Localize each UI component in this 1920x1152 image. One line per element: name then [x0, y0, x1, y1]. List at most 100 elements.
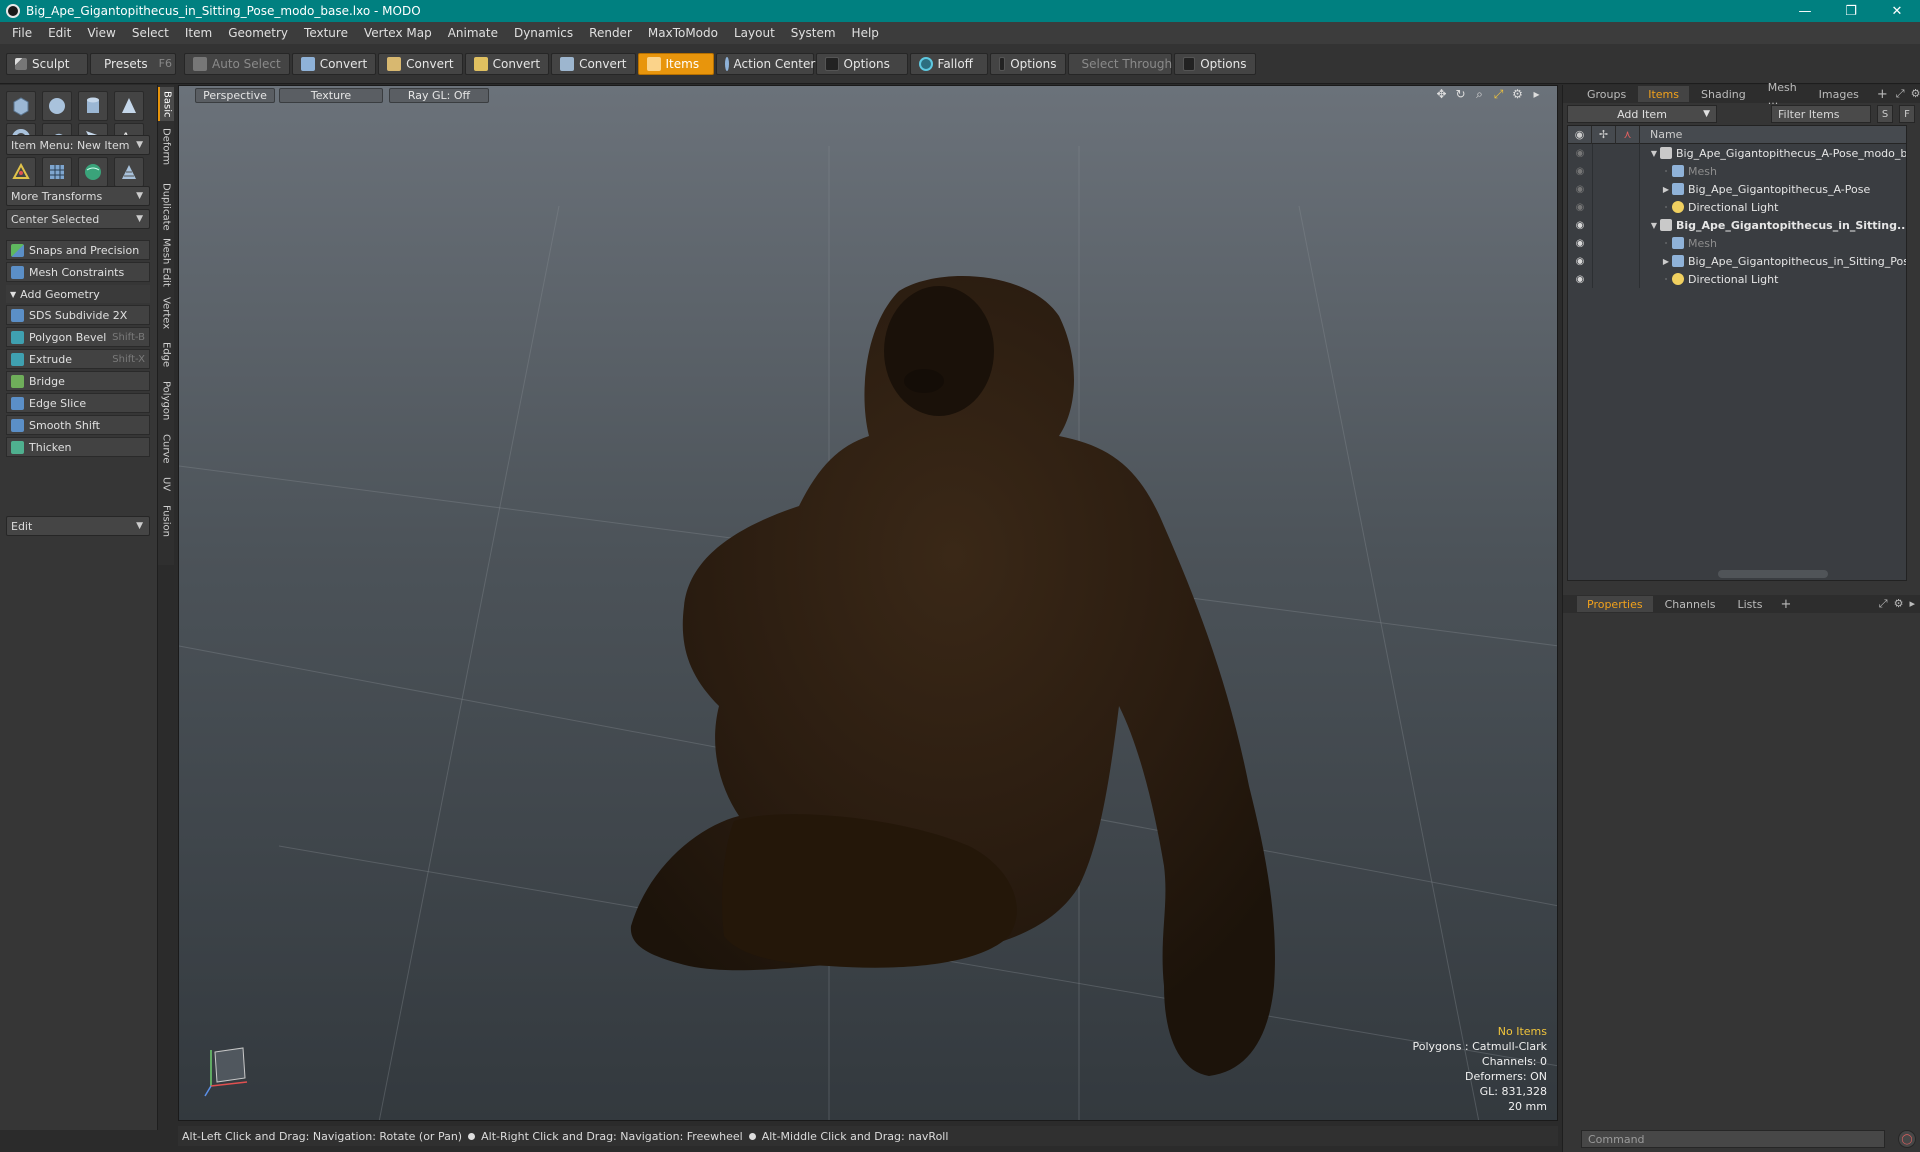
menu-system[interactable]: System: [783, 22, 844, 44]
grid-icon[interactable]: [42, 157, 72, 187]
menu-animate[interactable]: Animate: [440, 22, 506, 44]
tab-lists[interactable]: Lists: [1728, 596, 1773, 612]
array-icon[interactable]: [114, 157, 144, 187]
visibility-eye-icon[interactable]: ◉: [1568, 238, 1592, 249]
tab-curve[interactable]: Curve: [158, 431, 174, 467]
menu-geometry[interactable]: Geometry: [220, 22, 296, 44]
sphere-primitive-icon[interactable]: [42, 91, 72, 121]
menu-render[interactable]: Render: [581, 22, 640, 44]
expand-toggle-icon[interactable]: ▼: [1648, 149, 1660, 158]
tab-duplicate[interactable]: Duplicate: [158, 179, 174, 235]
extrude-button[interactable]: Extrude Shift-X: [6, 349, 150, 369]
menu-select[interactable]: Select: [124, 22, 177, 44]
visibility-eye-icon[interactable]: ◉: [1568, 184, 1592, 195]
visibility-eye-icon[interactable]: ◉: [1568, 256, 1592, 267]
name-column-header[interactable]: Name: [1640, 128, 1682, 141]
fit-view-icon[interactable]: ⤢: [1492, 88, 1505, 101]
tab-mesh[interactable]: Mesh ...: [1758, 81, 1807, 107]
tab-channels[interactable]: Channels: [1655, 596, 1726, 612]
expand-toggle-icon[interactable]: ▶: [1660, 185, 1672, 194]
tab-shading[interactable]: Shading: [1691, 86, 1756, 102]
chevron-right-icon[interactable]: ▸: [1530, 88, 1543, 101]
gear-icon[interactable]: ⚙: [1894, 597, 1904, 611]
texture-tab[interactable]: Texture: [279, 87, 383, 103]
expand-icon[interactable]: ⤢: [1896, 87, 1905, 101]
rotate-view-icon[interactable]: ↻: [1454, 88, 1467, 101]
menu-maxtomodo[interactable]: MaxToModo: [640, 22, 726, 44]
auto-select-button[interactable]: Auto Select: [184, 52, 290, 75]
cylinder-primitive-icon[interactable]: [78, 91, 108, 121]
convert-edges-button[interactable]: Convert: [378, 52, 463, 75]
presets-button[interactable]: Presets F6: [90, 52, 176, 75]
menu-help[interactable]: Help: [844, 22, 887, 44]
move-view-icon[interactable]: ✥: [1435, 88, 1448, 101]
sds-subdivide-button[interactable]: SDS Subdivide 2X: [6, 305, 150, 325]
menu-dynamics[interactable]: Dynamics: [506, 22, 581, 44]
command-input[interactable]: Command: [1581, 1130, 1885, 1148]
tab-vertex[interactable]: Vertex: [158, 293, 174, 333]
expand-toggle-icon[interactable]: ▼: [1648, 221, 1660, 230]
close-button[interactable]: ✕: [1874, 0, 1920, 22]
tree-row[interactable]: ◉ · Mesh: [1568, 234, 1906, 252]
visibility-eye-icon[interactable]: ◉: [1568, 274, 1592, 285]
tab-fusion[interactable]: Fusion: [158, 501, 174, 541]
center-selected-dropdown[interactable]: Center Selected ▼: [6, 209, 150, 229]
visibility-eye-icon[interactable]: ◉: [1568, 220, 1592, 231]
command-history-button[interactable]: ◯: [1898, 1130, 1916, 1148]
chevron-right-icon[interactable]: ▸: [1909, 597, 1915, 611]
tab-edge[interactable]: Edge: [158, 339, 174, 371]
cube-primitive-icon[interactable]: [6, 91, 36, 121]
menu-edit[interactable]: Edit: [40, 22, 79, 44]
tree-row[interactable]: ◉ · Mesh: [1568, 162, 1906, 180]
falloff-button[interactable]: Falloff: [909, 52, 988, 75]
menu-texture[interactable]: Texture: [296, 22, 356, 44]
visibility-eye-icon[interactable]: ◉: [1568, 166, 1592, 177]
tree-row[interactable]: ◉ ▶ Big_Ape_Gigantopithecus_in_Sitting_Pos…: [1568, 252, 1906, 270]
bridge-button[interactable]: Bridge: [6, 371, 150, 391]
horizontal-scrollbar[interactable]: [1718, 570, 1828, 578]
menu-layout[interactable]: Layout: [726, 22, 783, 44]
visibility-column-icon[interactable]: ◉: [1568, 126, 1592, 144]
globe-icon[interactable]: [78, 157, 108, 187]
tab-uv[interactable]: UV: [158, 473, 174, 495]
perspective-tab[interactable]: Perspective: [195, 87, 275, 103]
expand-toggle-icon[interactable]: ▶: [1660, 257, 1672, 266]
tree-row[interactable]: ◉ ▼ Big_Ape_Gigantopithecus_in_Sitting...: [1568, 216, 1906, 234]
add-item-dropdown[interactable]: Add Item ▼: [1567, 105, 1717, 123]
select-through-button[interactable]: Select Through: [1067, 52, 1172, 75]
lock-column-icon[interactable]: ✢: [1592, 126, 1616, 144]
tab-basic[interactable]: Basic: [158, 87, 174, 121]
transform-gizmo-icon[interactable]: [6, 157, 36, 187]
action-center-options-button[interactable]: Options: [815, 52, 908, 75]
menu-vertex-map[interactable]: Vertex Map: [356, 22, 440, 44]
tab-mesh-edit[interactable]: Mesh Edit: [158, 237, 174, 287]
convert-vertices-button[interactable]: Convert: [291, 52, 377, 75]
mesh-constraints-button[interactable]: Mesh Constraints: [6, 262, 150, 282]
visibility-eye-icon[interactable]: ◉: [1568, 148, 1592, 159]
item-menu-dropdown[interactable]: Item Menu: New Item ▼: [6, 135, 150, 155]
convert-polygons-button[interactable]: Convert: [464, 52, 550, 75]
visibility-eye-icon[interactable]: ◉: [1568, 202, 1592, 213]
smooth-shift-button[interactable]: Smooth Shift: [6, 415, 150, 435]
more-transforms-dropdown[interactable]: More Transforms ▼: [6, 186, 150, 206]
cone-primitive-icon[interactable]: [114, 91, 144, 121]
3d-viewport[interactable]: Perspective Texture Ray GL: Off ✥ ↻ ⌕ ⤢ …: [178, 85, 1558, 1121]
thicken-button[interactable]: Thicken: [6, 437, 150, 457]
gear-icon[interactable]: ⚙: [1511, 88, 1524, 101]
minimize-button[interactable]: —: [1782, 0, 1828, 22]
expand-icon[interactable]: ⤢: [1879, 597, 1888, 611]
select-through-options-button[interactable]: Options: [1173, 52, 1256, 75]
sculpt-button[interactable]: Sculpt: [6, 52, 88, 75]
filter-s-button[interactable]: S: [1877, 105, 1893, 123]
gear-icon[interactable]: ⚙: [1911, 87, 1920, 101]
menu-item[interactable]: Item: [177, 22, 220, 44]
filter-items-input[interactable]: Filter Items: [1771, 105, 1871, 123]
edge-slice-button[interactable]: Edge Slice: [6, 393, 150, 413]
tab-items[interactable]: Items: [1638, 86, 1690, 102]
add-geometry-section[interactable]: ▼ Add Geometry: [6, 285, 150, 303]
render-column-icon[interactable]: ⋏: [1616, 126, 1640, 144]
tree-row[interactable]: ◉ · Directional Light: [1568, 198, 1906, 216]
items-mode-button[interactable]: Items: [637, 52, 714, 75]
filter-f-button[interactable]: F: [1899, 105, 1915, 123]
raygl-tab[interactable]: Ray GL: Off: [389, 87, 489, 103]
